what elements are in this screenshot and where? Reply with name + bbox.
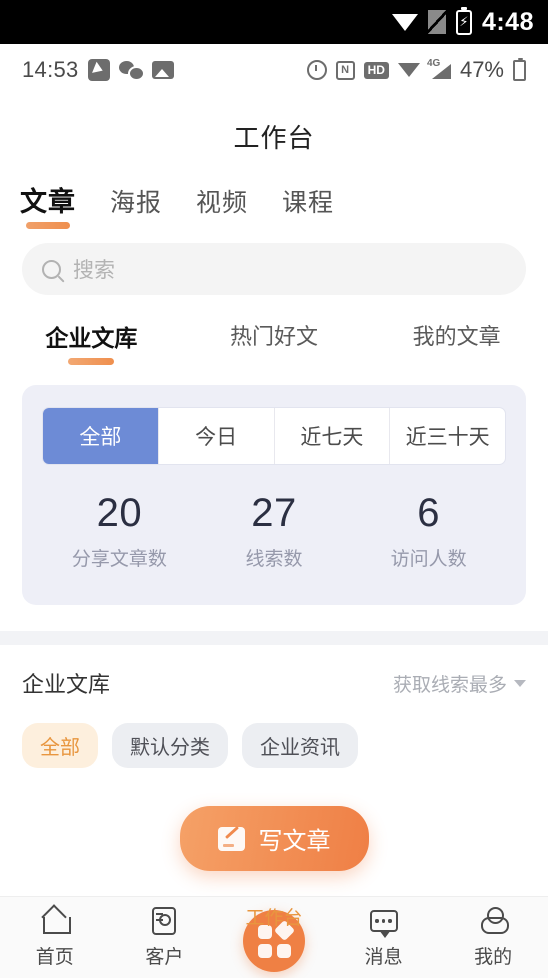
- battery-percent: 47%: [459, 57, 504, 82]
- metric-label: 线索数: [245, 549, 303, 570]
- metrics-row: 20 分享文章数 27 线索数 6 访问人数: [42, 491, 506, 571]
- tab-posters-label: 海报: [110, 189, 163, 217]
- write-article-label: 写文章: [258, 828, 331, 855]
- search-placeholder: 搜索: [73, 259, 115, 282]
- subtab-my-articles[interactable]: 我的文章: [365, 319, 548, 367]
- page-title: 工作台: [233, 123, 315, 153]
- segment-all[interactable]: 全部: [43, 408, 158, 464]
- subtab-hot-articles[interactable]: 热门好文: [183, 319, 366, 367]
- sub-tab-bar: 企业文库 热门好文 我的文章: [0, 301, 548, 375]
- search-section: 搜索: [0, 231, 548, 301]
- main-tab-bar: 文章 海报 视频 课程: [0, 173, 548, 231]
- contact-card-icon: [110, 906, 220, 936]
- pencil-icon: [217, 826, 245, 851]
- signal-icon: 4G: [426, 58, 451, 79]
- system-clock: 4:48: [481, 7, 534, 36]
- wechat-icon: [118, 61, 145, 81]
- status-left-group: 14:53: [22, 57, 174, 83]
- tab-videos-label: 视频: [196, 189, 249, 217]
- subtab-active-indicator: [68, 358, 115, 365]
- home-icon: [0, 906, 110, 936]
- battery-icon: [513, 57, 526, 81]
- metric-value: 27: [251, 491, 297, 535]
- nav-item-messages[interactable]: 消息: [329, 906, 439, 969]
- category-chip-row: 全部 默认分类 企业资讯: [0, 699, 548, 768]
- segment-last-30-days[interactable]: 近三十天: [389, 408, 505, 464]
- battery-charging-icon: [455, 6, 472, 35]
- metric-shared-articles: 20 分享文章数: [42, 491, 197, 571]
- library-title: 企业文库: [22, 672, 111, 697]
- search-input[interactable]: 搜索: [22, 243, 526, 295]
- search-icon: [42, 259, 61, 279]
- hd-icon: HD: [363, 61, 389, 79]
- tab-courses[interactable]: 课程: [282, 183, 334, 231]
- nav-item-workbench-label: 工作台: [245, 907, 303, 929]
- nav-item-home-label: 首页: [35, 947, 74, 968]
- section-divider: [0, 631, 548, 645]
- nav-item-profile[interactable]: 我的: [438, 906, 548, 969]
- app-screen: 4:48 14:53 N HD 4G 47% 工作台 文章 海报: [0, 0, 548, 978]
- alarm-icon: [306, 60, 327, 80]
- subtab-enterprise-library[interactable]: 企业文库: [0, 319, 183, 367]
- sort-dropdown-label: 获取线索最多: [392, 674, 507, 696]
- system-status-bar: 4:48: [0, 0, 548, 44]
- tab-articles-label: 文章: [20, 187, 76, 217]
- person-icon: [438, 906, 548, 936]
- nav-item-customers-label: 客户: [145, 947, 184, 968]
- metric-visitors: 6 访问人数: [351, 491, 506, 571]
- bottom-navigation-bar: 首页 客户 工作台 消息 我的: [0, 896, 548, 978]
- metric-value: 20: [96, 491, 143, 535]
- chip-default-category[interactable]: 默认分类: [112, 723, 228, 768]
- time-range-segmented-control: 全部 今日 近七天 近三十天: [42, 407, 506, 465]
- nfc-icon: N: [335, 60, 355, 80]
- tab-posters[interactable]: 海报: [110, 183, 162, 231]
- segment-last-7-days[interactable]: 近七天: [273, 408, 390, 464]
- network-gen-label: 4G: [426, 58, 441, 69]
- write-article-button[interactable]: 写文章: [179, 806, 369, 871]
- wifi-icon: [397, 62, 420, 78]
- library-header: 企业文库 获取线索最多: [0, 645, 548, 699]
- metric-label: 访问人数: [390, 549, 467, 570]
- metric-leads: 27 线索数: [197, 491, 352, 571]
- tab-active-indicator: [26, 222, 70, 229]
- write-article-section: 写文章: [0, 806, 548, 871]
- app-status-bar: 14:53 N HD 4G 47%: [0, 44, 548, 96]
- subtab-enterprise-library-label: 企业文库: [45, 325, 138, 351]
- nav-item-profile-label: 我的: [474, 947, 513, 968]
- chevron-down-icon: [514, 679, 526, 687]
- chip-all[interactable]: 全部: [22, 723, 98, 768]
- metric-value: 6: [417, 491, 441, 535]
- navigation-icon: [87, 59, 110, 81]
- sort-dropdown[interactable]: 获取线索最多: [393, 670, 526, 697]
- nav-item-messages-label: 消息: [364, 947, 403, 968]
- message-icon: [329, 906, 439, 938]
- tab-courses-label: 课程: [282, 189, 335, 217]
- subtab-my-articles-label: 我的文章: [412, 324, 501, 349]
- segment-today[interactable]: 今日: [157, 408, 274, 464]
- tab-articles[interactable]: 文章: [20, 180, 76, 231]
- chip-enterprise-news[interactable]: 企业资讯: [242, 723, 358, 768]
- wifi-icon: [391, 13, 418, 32]
- nav-item-customers[interactable]: 客户: [110, 906, 220, 969]
- status-clock: 14:53: [22, 57, 79, 82]
- tab-videos[interactable]: 视频: [196, 183, 248, 231]
- sim-off-icon: [424, 9, 449, 35]
- photo-icon: [151, 61, 174, 79]
- subtab-hot-articles-label: 热门好文: [230, 324, 319, 349]
- stats-card: 全部 今日 近七天 近三十天 20 分享文章数 27 线索数 6 访问人数: [22, 385, 526, 605]
- stats-card-section: 全部 今日 近七天 近三十天 20 分享文章数 27 线索数 6 访问人数: [0, 375, 548, 605]
- metric-label: 分享文章数: [71, 549, 167, 570]
- status-right-group: N HD 4G 47%: [306, 57, 526, 83]
- nav-item-home[interactable]: 首页: [0, 906, 110, 969]
